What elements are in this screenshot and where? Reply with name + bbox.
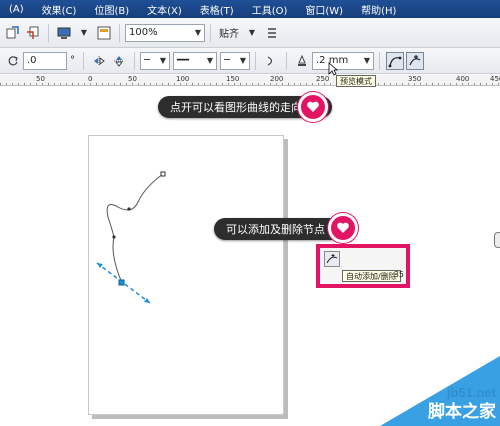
ruler-label: 150 [226,75,240,83]
selected-node[interactable] [118,279,125,286]
chevron-down-icon: ▼ [159,56,166,65]
chevron-down-icon: ▼ [363,56,370,65]
chevron-down-icon: ▼ [206,56,213,65]
export-icon[interactable] [24,24,42,42]
pen-outline-icon [293,52,311,70]
zoom-select[interactable]: 100% ▼ [125,23,205,42]
ruler-label: 200 [270,75,284,83]
chevron-down-icon: ▼ [239,56,246,65]
auto-add-delete-icon[interactable] [324,251,340,267]
end-arrowhead-select[interactable]: ─ ▼ [220,51,250,70]
separator [48,23,49,42]
ruler-label: 450 [490,75,500,83]
rotate-icon [4,52,22,70]
line-style-select[interactable]: ━━ ▼ [173,51,217,70]
drawing-canvas[interactable]: 点开可以看图形曲线的走向 自动添加/删除 35 可以添加及删除节点 jb51.n… [0,87,500,426]
standard-toolbar: ▼ 100% ▼ 贴齐 ▼ [0,18,500,48]
menu-item-text[interactable]: 文本(X) [138,2,191,17]
watermark-name: 脚本之家 [428,402,496,422]
chevron-down-icon[interactable]: ▼ [243,24,261,42]
ruler-label: 400 [456,75,470,83]
curve-node[interactable] [112,235,116,239]
application-launcher-icon[interactable] [55,24,73,42]
options-icon[interactable] [263,24,281,42]
curve-node[interactable] [127,207,131,211]
menu-item-table[interactable]: 表格(T) [191,2,243,17]
watermark: jb51.net 脚本之家 [350,356,500,426]
separator [119,23,120,42]
control-handle-arrow[interactable] [97,263,103,268]
ruler-label: 350 [408,75,422,83]
outline-width-select[interactable]: .2 mm ▼ [312,51,374,70]
degree-unit: ° [70,55,75,66]
separator [255,51,256,70]
mouse-cursor-icon [328,62,338,76]
heart-icon [298,92,328,122]
side-number: 35 [393,270,404,279]
menu-item-tools[interactable]: 工具(O) [243,2,297,17]
curve-node[interactable] [160,171,166,177]
menu-item-a[interactable]: (A) [0,4,33,15]
menu-item-bitmaps[interactable]: 位图(B) [85,2,138,17]
ruler-label: 50 [128,75,137,83]
rotation-value: .0 [27,55,37,66]
separator [286,51,287,70]
separator [210,23,211,42]
zoom-value: 100% [129,27,158,38]
callout-text: 点开可以看图形曲线的走向 [170,101,302,114]
docker-tab[interactable] [494,232,500,248]
import-icon[interactable] [4,24,22,42]
separator [83,51,84,70]
menu-item-effects[interactable]: 效果(C) [33,2,86,17]
separator [379,51,380,70]
auto-add-delete-tooltip: 自动添加/删除 [342,270,401,282]
ruler-label: 50 [36,75,45,83]
ruler-label: 0 [88,75,93,83]
separator [134,51,135,70]
menu-item-help[interactable]: 帮助(H) [352,2,405,17]
ruler-minor-ticks [0,83,500,85]
rotation-input[interactable]: .0 [23,51,67,70]
mirror-horizontal-icon[interactable] [90,52,108,70]
chevron-down-icon: ▼ [194,28,201,37]
heart-icon [328,213,358,243]
welcome-screen-icon[interactable] [95,24,113,42]
mirror-vertical-icon[interactable] [110,52,128,70]
property-bar: .0 ° ─ ▼ ━━ ▼ ─ ▼ .2 mm ▼ [0,48,500,74]
chevron-down-icon[interactable]: ▼ [75,24,93,42]
start-arrowhead-select[interactable]: ─ ▼ [140,51,170,70]
close-curve-icon[interactable] [262,52,280,70]
horizontal-ruler[interactable]: 50 0 50 100 150 200 250 300 350 400 450 [0,75,500,86]
ruler-label: 250 [316,75,330,83]
callout-text: 可以添加及删除节点 [226,223,325,236]
preview-mode-tooltip: 预览模式 [336,75,376,87]
auto-add-delete-button[interactable] [406,51,424,70]
preview-mode-button[interactable] [386,51,404,70]
ruler-label: 100 [176,75,190,83]
menu-item-window[interactable]: 窗口(W) [296,2,352,17]
line-icon: ━━ [177,55,190,66]
line-icon: ─ [144,55,151,66]
line-icon: ─ [224,55,231,66]
menubar: (A) 效果(C) 位图(B) 文本(X) 表格(T) 工具(O) 窗口(W) … [0,0,500,18]
highlight-panel: 自动添加/删除 35 [316,244,410,288]
snap-to-menu[interactable]: 贴齐 [216,25,242,40]
